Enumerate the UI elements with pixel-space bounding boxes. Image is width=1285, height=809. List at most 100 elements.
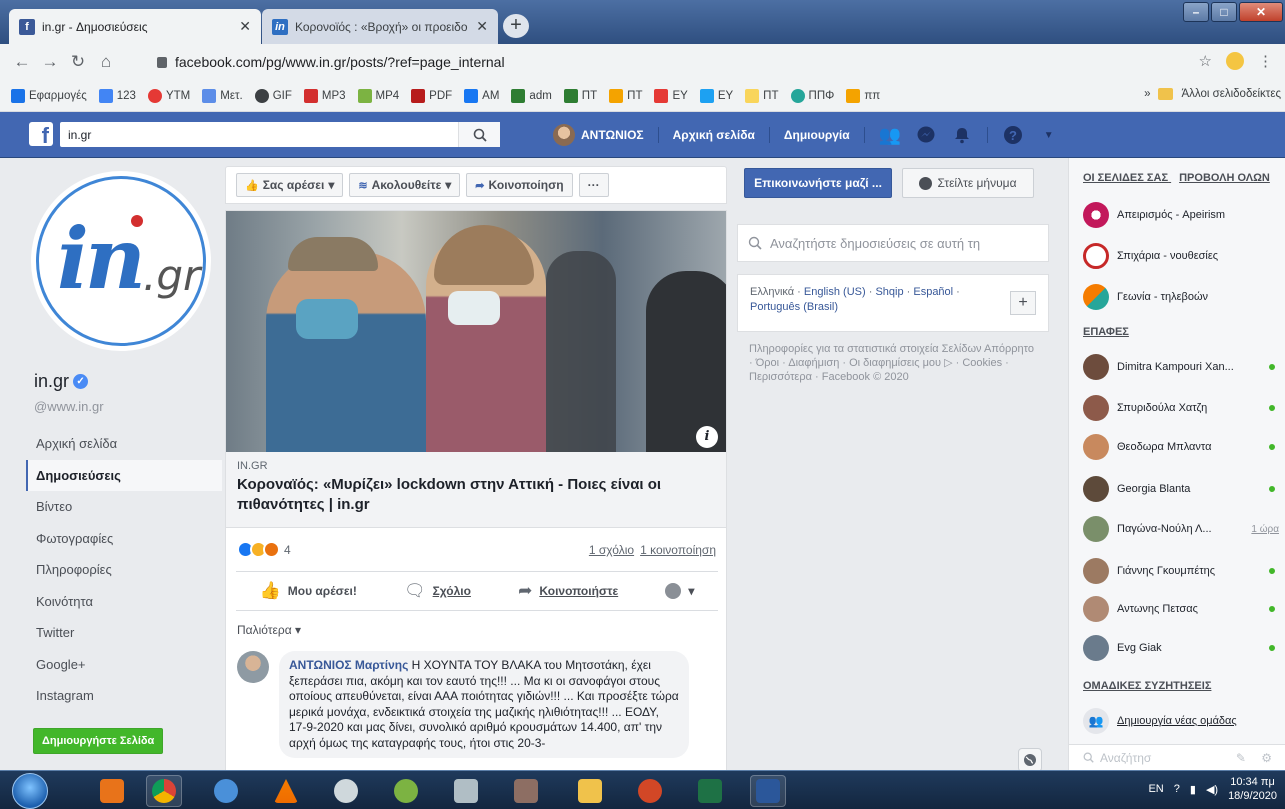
your-pages-label[interactable]: ΟΙ ΣΕΛΙΔΕΣ ΣΑΣ <box>1083 172 1168 184</box>
messenger-icon[interactable] <box>915 124 937 146</box>
app-icon[interactable] <box>328 775 364 807</box>
chat-search[interactable]: Αναζήτησ ✎ ⚙ <box>1069 744 1285 770</box>
tab-coronavirus-article[interactable]: in Κορονοϊός : «Βροχή» οι προειδο ✕ <box>262 9 498 44</box>
page-profile-picture[interactable]: in .gr <box>36 176 206 346</box>
chrome-icon[interactable] <box>146 775 182 807</box>
page-nav-posts[interactable]: Δημοσιεύσεις <box>26 459 222 491</box>
bookmark-item[interactable]: ππ <box>841 88 885 103</box>
older-comments-link[interactable]: Παλιότερα ▾ <box>237 623 301 637</box>
chat-contact[interactable]: Evg Giak <box>1083 633 1279 663</box>
page-nav-google-plus[interactable]: Google+ <box>26 649 222 681</box>
owned-page-item[interactable]: Γεωνία - τηλεβοών <box>1083 282 1279 312</box>
bookmark-item[interactable]: adm <box>506 88 556 103</box>
app-icon[interactable] <box>508 775 544 807</box>
lang-english[interactable]: English (US) <box>804 286 866 298</box>
input-language[interactable]: EN <box>1148 783 1163 795</box>
bookmark-item[interactable]: ΠΤ <box>604 88 647 103</box>
comment-post-button[interactable]: 🗨 Σχόλιο <box>404 581 471 601</box>
comments-count-link[interactable]: 1 σχόλιο <box>589 543 634 557</box>
owned-page-item[interactable]: Σπιχάρια - νουθεσίες <box>1083 241 1279 271</box>
file-explorer-icon[interactable] <box>572 775 608 807</box>
page-nav-videos[interactable]: Βίντεο <box>26 491 222 523</box>
page-nav-home[interactable]: Αρχική σελίδα <box>26 428 222 460</box>
more-options-button[interactable]: ··· <box>578 173 609 197</box>
bookmark-item[interactable]: Μετ. <box>197 88 247 103</box>
bookmark-item[interactable]: ΠΠΦ <box>786 88 840 103</box>
new-tab-button[interactable]: + <box>503 14 529 38</box>
create-group-button[interactable]: 👥 Δημιουργία νέας ομάδας <box>1083 706 1279 736</box>
extension-icon[interactable] <box>1226 52 1244 70</box>
language-globe-icon[interactable] <box>1018 748 1042 772</box>
bookmark-item[interactable]: AM <box>459 88 504 103</box>
create-link[interactable]: Δημιουργία <box>784 128 850 142</box>
bookmark-item[interactable]: PDF <box>406 88 457 103</box>
friend-requests-icon[interactable]: 👥 <box>878 124 900 146</box>
volume-icon[interactable]: ◀) <box>1206 783 1218 796</box>
bookmark-apps[interactable]: Εφαρμογές <box>6 88 92 103</box>
notifications-bell-icon[interactable] <box>951 124 973 146</box>
page-name[interactable]: in.gr ✓ <box>34 371 89 392</box>
chat-contact[interactable]: Παγώνα-Νούλη Λ... 1 ώρα <box>1083 514 1279 544</box>
home-icon[interactable]: ⌂ <box>92 52 120 72</box>
more-languages-button[interactable]: + <box>1010 291 1036 315</box>
back-icon[interactable]: ← <box>8 52 36 72</box>
bookmark-item[interactable]: MP4 <box>353 88 405 103</box>
excel-icon[interactable] <box>692 775 728 807</box>
comment-author[interactable]: ΑΝΤΩΝΙΟΣ Μαρτίνης <box>289 658 408 672</box>
facebook-search-input[interactable] <box>60 122 458 147</box>
close-window-button[interactable]: ✕ <box>1239 2 1283 22</box>
help-icon[interactable]: ? <box>1174 783 1180 795</box>
bookmark-item[interactable]: 123 <box>94 88 141 103</box>
see-all-link[interactable]: ΠΡΟΒΟΛΗ ΟΛΩΝ <box>1179 172 1270 184</box>
tab-in-gr-posts[interactable]: f in.gr - Δημοσιεύσεις ✕ <box>9 9 261 44</box>
close-tab-icon[interactable]: ✕ <box>239 18 251 35</box>
bookmark-item[interactable]: ΠΤ <box>740 88 783 103</box>
page-nav-community[interactable]: Κοινότητα <box>26 586 222 618</box>
chat-contact[interactable]: Georgia Blanta <box>1083 474 1279 504</box>
network-icon[interactable]: ▮ <box>1190 783 1196 796</box>
bookmark-item[interactable]: ΠΤ <box>559 88 602 103</box>
bookmark-item[interactable]: EY <box>649 88 692 103</box>
bookmark-item[interactable]: MP3 <box>299 88 351 103</box>
star-icon[interactable]: ☆ <box>1199 52 1212 70</box>
media-player-icon[interactable] <box>94 775 130 807</box>
more-bookmarks-button[interactable]: » <box>1144 88 1150 100</box>
bookmark-item[interactable]: YTM <box>143 88 195 103</box>
chat-contact[interactable]: Σπυριδούλα Χατζη <box>1083 393 1279 423</box>
page-nav-twitter[interactable]: Twitter <box>26 617 222 649</box>
owned-page-item[interactable]: Απειρισμός - Apeirism <box>1083 200 1279 230</box>
page-nav-instagram[interactable]: Instagram <box>26 680 222 712</box>
system-clock[interactable]: 10:34 πμ 18/9/2020 <box>1228 775 1277 803</box>
shares-count-link[interactable]: 1 κοινοποίηση <box>640 543 716 557</box>
other-bookmarks-button[interactable]: Άλλοι σελιδοδείκτες <box>1181 88 1281 100</box>
lang-albanian[interactable]: Shqip <box>875 286 903 298</box>
chat-options-icon[interactable]: ✎ ⚙ <box>1236 751 1278 765</box>
account-menu-icon[interactable]: ▼ <box>1038 124 1060 146</box>
chat-contact[interactable]: Dimitra Kampouri Xan... <box>1083 352 1279 382</box>
create-page-button[interactable]: Δημιουργήστε Σελίδα <box>33 728 164 754</box>
calculator-icon[interactable] <box>448 775 484 807</box>
following-button[interactable]: ≋ Ακολουθείτε ▾ <box>349 173 461 197</box>
word-icon[interactable] <box>750 775 786 807</box>
help-icon[interactable]: ? <box>1002 124 1024 146</box>
contact-us-button[interactable]: Επικοινωνήστε μαζί ... <box>744 168 892 198</box>
bookmark-item[interactable]: GIF <box>250 88 297 103</box>
link-preview[interactable]: IN.GR Κοροναϊός: «Μυρίζει» lockdown στην… <box>226 452 726 528</box>
avatar[interactable] <box>237 651 269 683</box>
post-as-selector[interactable]: ▾ <box>665 583 694 599</box>
lang-spanish[interactable]: Español <box>913 286 953 298</box>
liked-button[interactable]: 👍 Σας αρέσει ▾ <box>236 173 344 197</box>
facebook-logo-icon[interactable]: f <box>29 122 53 148</box>
notepad-plus-icon[interactable] <box>388 775 424 807</box>
vlc-icon[interactable] <box>268 775 304 807</box>
close-tab-icon[interactable]: ✕ <box>476 18 488 35</box>
send-message-button[interactable]: Στείλτε μήνυμα <box>902 168 1034 198</box>
search-posts-input[interactable] <box>770 235 1048 251</box>
menu-dots-icon[interactable]: ⋮ <box>1258 52 1273 70</box>
reload-icon[interactable]: ↻ <box>64 52 92 72</box>
lang-portuguese[interactable]: Português (Brasil) <box>750 301 838 313</box>
page-nav-about[interactable]: Πληροφορίες <box>26 554 222 586</box>
bookmark-item[interactable]: EY <box>695 88 738 103</box>
info-icon[interactable]: i <box>696 426 718 448</box>
network-app-icon[interactable] <box>208 775 244 807</box>
